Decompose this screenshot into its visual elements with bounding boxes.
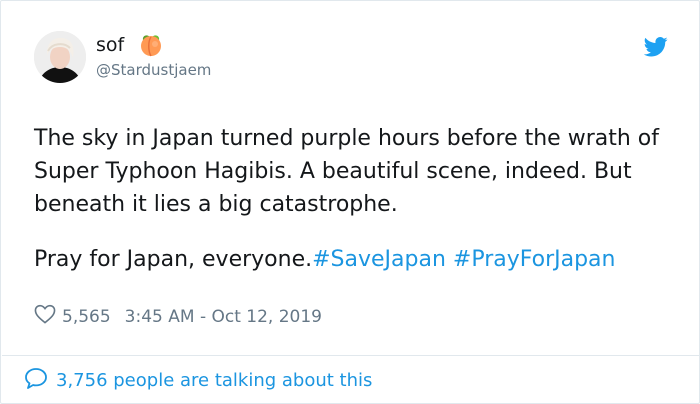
conversation-link[interactable]: 3,756 people are talking about this [24,367,372,394]
author-handle[interactable]: @Stardustjaem [96,61,211,79]
peach-emoji-icon [138,31,164,61]
heart-icon[interactable] [34,304,56,329]
divider [2,355,699,356]
conversation-count-label: 3,756 people are talking about this [56,370,373,391]
tweet-text: The sky in Japan turned purple hours bef… [34,122,684,276]
avatar[interactable] [34,31,86,83]
twitter-bird-icon[interactable] [643,37,668,61]
tweet-meta: 5,565 3:45 AM - Oct 12, 2019 [34,304,322,329]
tweet-card: sof @Stardustjaem The sky in Japan turne… [0,0,700,404]
tweet-text-prefix: Pray for Japan, everyone. [34,247,313,272]
tweet-paragraph: The sky in Japan turned purple hours bef… [34,126,659,217]
speech-bubble-icon [24,367,48,394]
timestamp[interactable]: 3:45 AM - Oct 12, 2019 [125,307,322,327]
tweet-paragraph: Pray for Japan, everyone.#SaveJapan #Pra… [34,243,684,276]
hashtag-prayforjapan[interactable]: #PrayForJapan [453,247,616,272]
author-name[interactable]: sof [96,34,124,56]
hashtag-savejapan[interactable]: #SaveJapan [312,247,446,272]
avatar-image [34,31,86,83]
like-count[interactable]: 5,565 [62,307,111,327]
